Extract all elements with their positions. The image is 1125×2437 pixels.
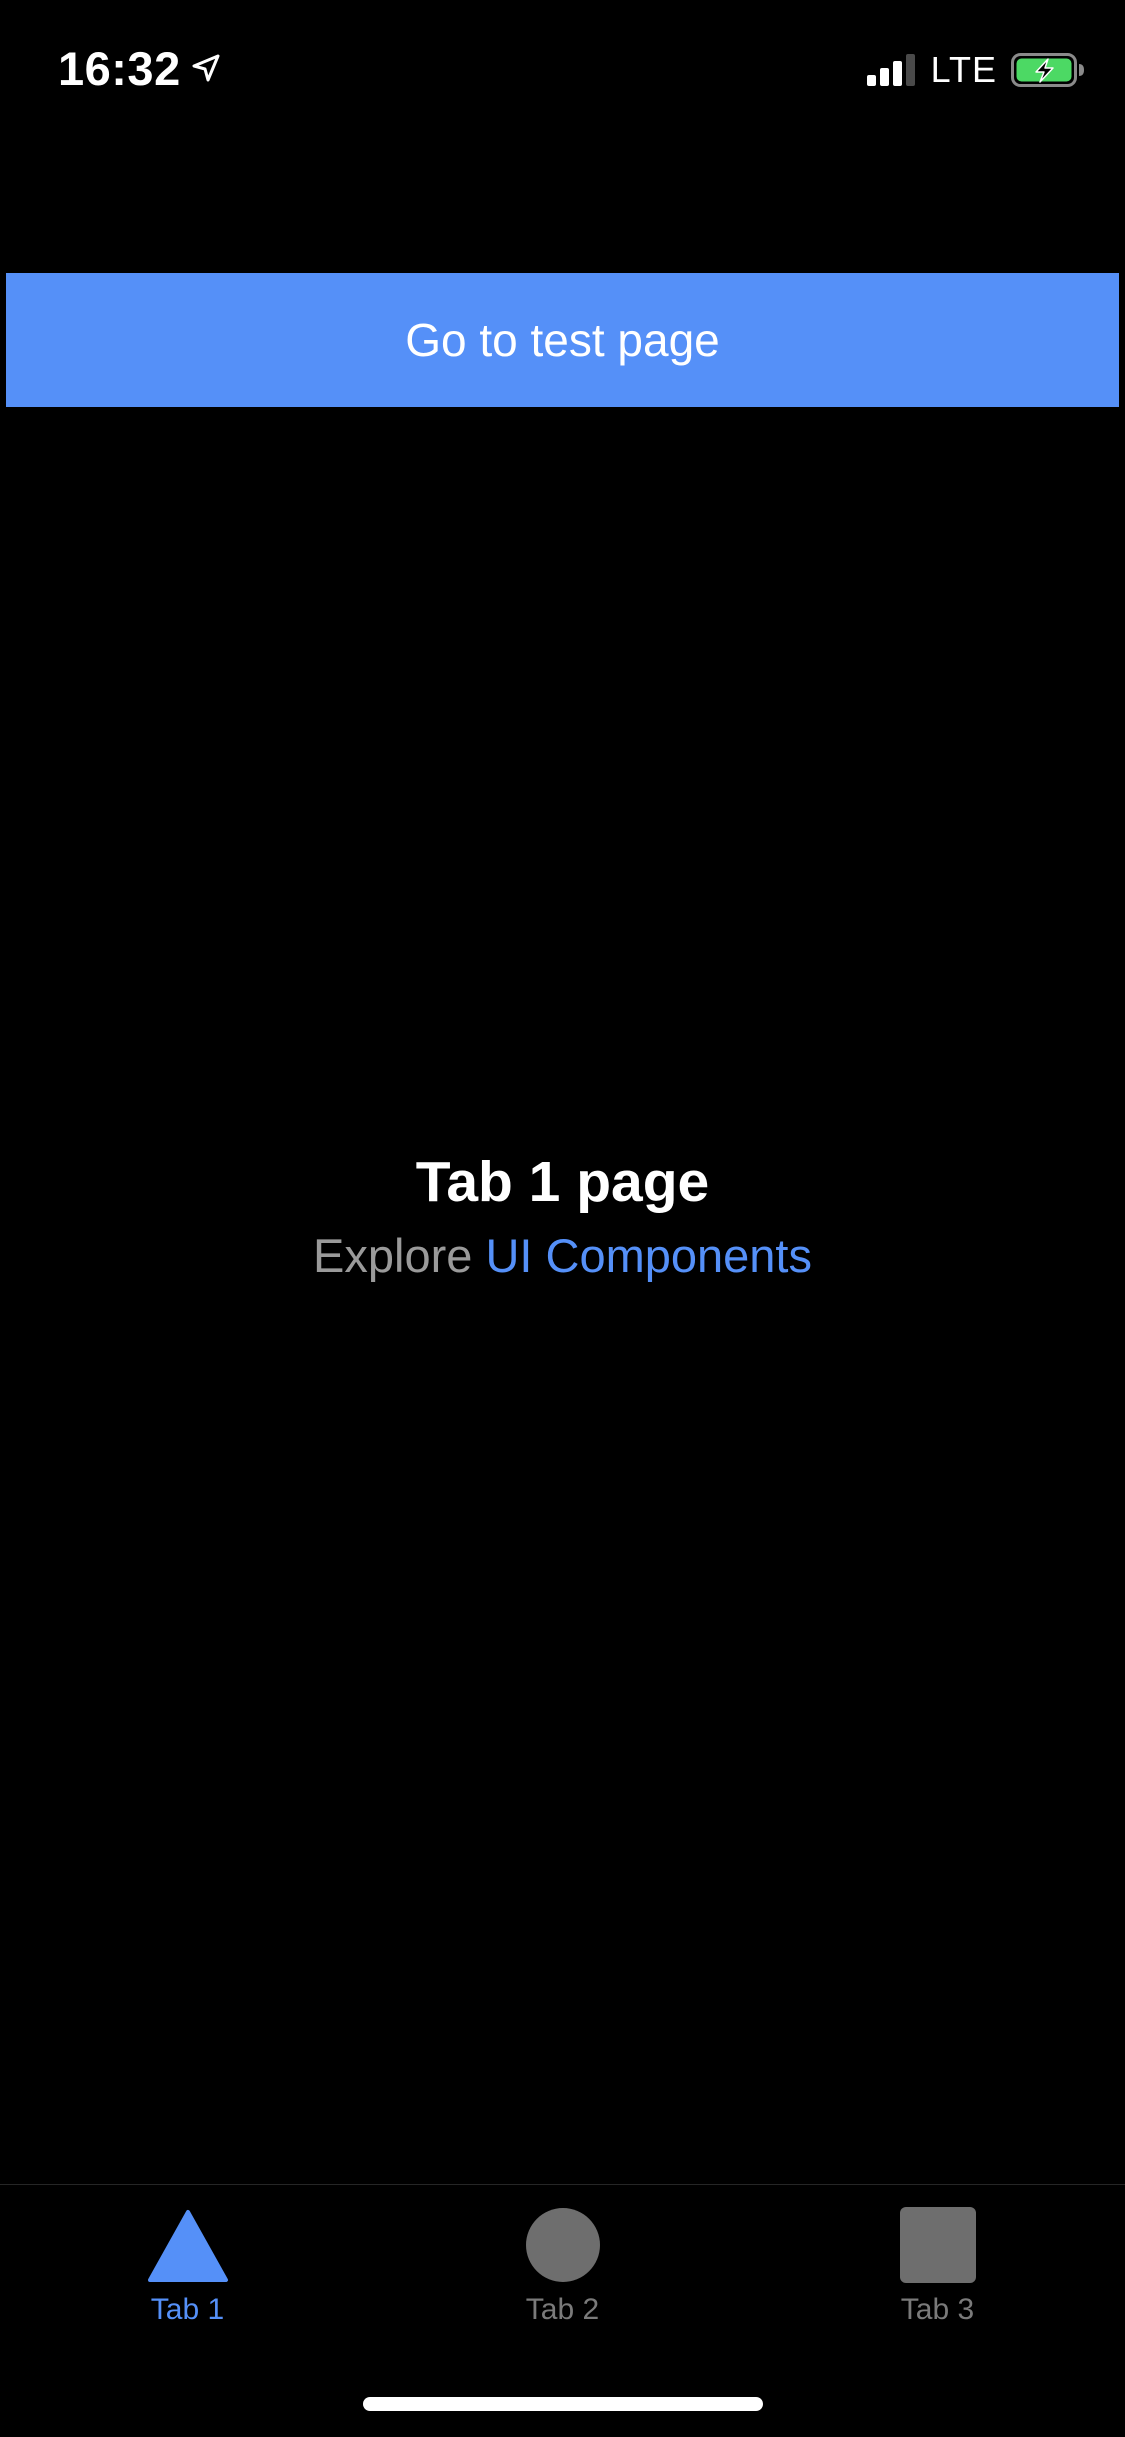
ui-components-link[interactable]: UI Components (485, 1229, 812, 1282)
cellular-signal-icon (866, 54, 917, 86)
page-content: Tab 1 page Explore UI Components (0, 1140, 1125, 1288)
status-time: 16:32 (58, 41, 181, 95)
home-indicator[interactable] (363, 2397, 763, 2411)
tab-2-label: Tab 2 (525, 2293, 600, 2326)
status-bar: 16:32 LTE (0, 0, 1125, 140)
circle-icon (525, 2201, 601, 2283)
status-indicators: LTE (866, 46, 1085, 94)
page-title: Tab 1 page (415, 1150, 710, 1214)
time-group: 16:32 (58, 38, 221, 98)
subtitle-prefix: Explore (313, 1229, 473, 1282)
tab-3-label: Tab 3 (900, 2293, 975, 2326)
page-subtitle: Explore UI Components (0, 1224, 1125, 1288)
triangle-icon (147, 2201, 229, 2283)
tab-3[interactable]: Tab 3 (750, 2201, 1125, 2351)
location-arrow-icon (191, 53, 221, 83)
go-to-test-page-label: Go to test page (405, 314, 720, 366)
battery-charging-icon (1011, 53, 1085, 87)
tab-2[interactable]: Tab 2 (375, 2201, 750, 2351)
tab-1-label: Tab 1 (150, 2293, 225, 2326)
go-to-test-page-button[interactable]: Go to test page (6, 273, 1119, 407)
network-type: LTE (930, 49, 997, 90)
square-icon (899, 2201, 976, 2283)
tab-1[interactable]: Tab 1 (0, 2201, 375, 2351)
